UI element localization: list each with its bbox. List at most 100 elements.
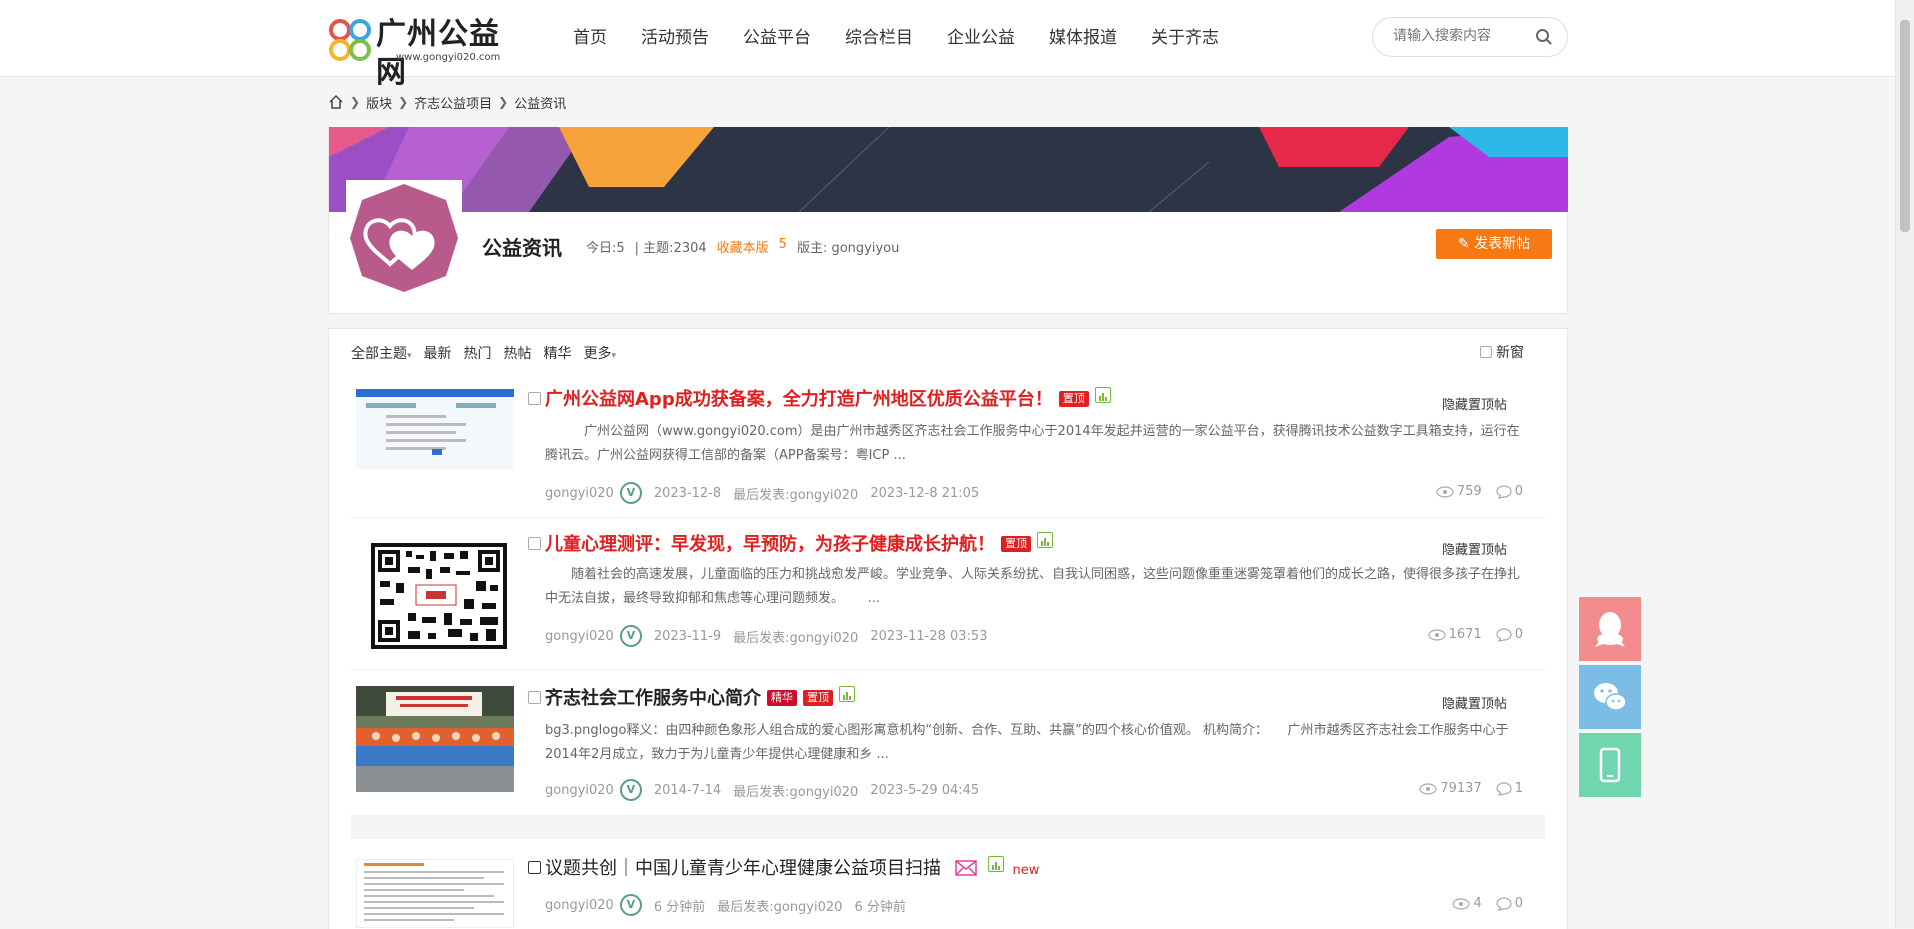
wechat-button[interactable] <box>1579 665 1641 729</box>
nav-corporate[interactable]: 企业公益 <box>930 0 1032 76</box>
filter-latest[interactable]: 最新 <box>424 343 452 363</box>
filter-more[interactable]: 更多▾ <box>584 343 617 363</box>
moderator[interactable]: 版主: gongyiyou <box>797 237 899 256</box>
site-logo[interactable]: 广州公益网 www.gongyi020.com <box>328 16 524 90</box>
filter-digest[interactable]: 精华 <box>544 343 572 363</box>
views-stat: 759 <box>1436 484 1482 499</box>
last-poster[interactable]: 最后发表:gongyi020 <box>717 896 842 915</box>
thread-checkbox[interactable] <box>528 392 541 405</box>
breadcrumb: ❯ 版块 ❯ 齐志公益项目 ❯ 公益资讯 <box>328 92 566 112</box>
verified-badge-icon: V <box>619 894 642 916</box>
nav-events[interactable]: 活动预告 <box>624 0 726 76</box>
pencil-icon: ✎ <box>1457 236 1470 252</box>
qq-icon <box>1595 612 1625 647</box>
nav-columns[interactable]: 综合栏目 <box>828 0 930 76</box>
thread-excerpt: bg3.pnglogo释义：由四种颜色象形人组合成的爱心图形寓意机构“创新、合作… <box>545 723 1509 762</box>
thread-title-text: 齐志社会工作服务中心简介 <box>545 688 761 709</box>
poll-icon <box>1094 387 1111 403</box>
thread-thumbnail[interactable] <box>356 686 514 792</box>
last-post-date[interactable]: 2023-12-8 21:05 <box>870 486 979 501</box>
thread-checkbox[interactable] <box>528 861 541 874</box>
replies-count: 0 <box>1514 627 1523 642</box>
breadcrumb-current[interactable]: 公益资讯 <box>514 93 566 112</box>
nav-platform[interactable]: 公益平台 <box>726 0 828 76</box>
thread-meta: gongyi020 V 2014-7-14 最后发表:gongyi020 202… <box>545 779 979 801</box>
thread-author[interactable]: gongyi020 <box>545 486 614 501</box>
thread-title[interactable]: 广州公益网App成功获备案，全力打造广州地区优质公益平台！ 置顶 <box>545 385 1111 411</box>
new-window-checkbox[interactable] <box>1480 346 1492 358</box>
verified-badge-icon: V <box>619 482 642 504</box>
search-box <box>1372 17 1568 57</box>
mobile-button[interactable] <box>1579 733 1641 797</box>
verified-badge-icon: V <box>619 779 642 801</box>
new-post-label: 发表新帖 <box>1474 236 1531 252</box>
wechat-icon <box>1594 683 1627 711</box>
thread-title[interactable]: 儿童心理测评：早发现，早预防，为孩子健康成长护航！ 置顶 <box>545 530 1053 556</box>
filter-hot[interactable]: 热门 <box>464 343 492 363</box>
comment-icon <box>1496 484 1512 499</box>
breadcrumb-boards[interactable]: 版块 <box>366 93 392 112</box>
thread-stats: 1671 0 <box>1428 627 1523 642</box>
main-nav: 首页 活动预告 公益平台 综合栏目 企业公益 媒体报道 关于齐志 <box>556 0 1236 76</box>
sticky-badge: 置顶 <box>1058 391 1089 407</box>
verified-badge-icon: V <box>619 625 642 647</box>
thread-row: 议题共创｜中国儿童青少年心理健康公益项目扫描 new gongyi020 V 6… <box>351 839 1545 928</box>
thread-stats: 4 0 <box>1452 896 1523 911</box>
eye-icon <box>1428 628 1446 641</box>
nav-home[interactable]: 首页 <box>556 0 624 76</box>
thread-date: 2014-7-14 <box>653 782 722 798</box>
nav-media[interactable]: 媒体报道 <box>1032 0 1134 76</box>
thread-row: 广州公益网App成功获备案，全力打造广州地区优质公益平台！ 置顶 隐藏置顶帖 广州… <box>351 379 1545 518</box>
thread-checkbox[interactable] <box>528 537 541 550</box>
top-bar: 广州公益网 www.gongyi020.com 首页 活动预告 公益平台 综合栏… <box>0 0 1896 90</box>
new-window-toggle[interactable]: 新窗 <box>1480 342 1524 362</box>
views-count: 759 <box>1456 484 1482 499</box>
new-window-label: 新窗 <box>1496 345 1524 361</box>
last-poster[interactable]: 最后发表:gongyi020 <box>733 627 858 646</box>
nav-about[interactable]: 关于齐志 <box>1134 0 1236 76</box>
views-stat: 1671 <box>1428 627 1482 642</box>
thread-thumbnail[interactable] <box>356 389 514 469</box>
last-post-date[interactable]: 2023-5-29 04:45 <box>870 783 979 798</box>
hide-sticky-link[interactable]: 隐藏置顶帖 <box>1442 693 1507 712</box>
hide-sticky-link[interactable]: 隐藏置顶帖 <box>1442 539 1507 558</box>
hide-sticky-link[interactable]: 隐藏置顶帖 <box>1442 394 1507 413</box>
replies-stat: 1 <box>1496 781 1523 796</box>
qq-button[interactable] <box>1579 597 1641 661</box>
breadcrumb-project[interactable]: 齐志公益项目 <box>414 93 492 112</box>
views-stat: 79137 <box>1419 781 1482 796</box>
list-separator <box>351 815 1545 839</box>
last-post-date[interactable]: 6 分钟前 <box>854 896 905 915</box>
page-scrollbar[interactable] <box>1895 0 1914 928</box>
thread-checkbox[interactable] <box>528 691 541 704</box>
views-stat: 4 <box>1452 896 1482 911</box>
last-poster[interactable]: 最后发表:gongyi020 <box>733 484 858 503</box>
last-poster[interactable]: 最后发表:gongyi020 <box>733 781 858 800</box>
thread-thumbnail[interactable] <box>356 859 514 928</box>
thread-title-text: 广州公益网App成功获备案，全力打造广州地区优质公益平台！ <box>545 389 1053 410</box>
eye-icon <box>1419 782 1437 795</box>
new-post-button[interactable]: ✎ 发表新帖 <box>1436 229 1552 259</box>
comment-icon <box>1496 896 1512 911</box>
thread-author[interactable]: gongyi020 <box>545 783 614 798</box>
home-icon[interactable] <box>328 94 344 110</box>
thread-author[interactable]: gongyi020 <box>545 629 614 644</box>
filter-all[interactable]: 全部主题▾ <box>351 343 412 363</box>
thread-thumbnail[interactable] <box>356 541 514 651</box>
last-post-date[interactable]: 2023-11-28 03:53 <box>870 629 987 644</box>
scrollbar-thumb[interactable] <box>1900 20 1910 232</box>
thread-excerpt: 随着社会的高速发展，儿童面临的压力和挑战愈发严峻。学业竞争、人际关系纷扰、自我认… <box>545 567 1521 606</box>
replies-stat: 0 <box>1496 896 1523 911</box>
thread-filters: 全部主题▾ 最新 热门 热帖 精华 更多▾ <box>351 343 616 363</box>
search-input[interactable] <box>1391 27 1525 45</box>
thread-title[interactable]: 齐志社会工作服务中心简介 精华 置顶 <box>545 684 855 710</box>
replies-stat: 0 <box>1496 484 1523 499</box>
filter-hot-posts[interactable]: 热帖 <box>504 343 532 363</box>
thread-author[interactable]: gongyi020 <box>545 898 614 913</box>
thread-meta: gongyi020 V 2023-12-8 最后发表:gongyi020 202… <box>545 482 979 504</box>
favorite-link[interactable]: 收藏本版 <box>717 237 769 256</box>
search-icon[interactable] <box>1535 28 1553 46</box>
thread-title[interactable]: 议题共创｜中国儿童青少年心理健康公益项目扫描 new <box>545 854 1039 880</box>
thread-title-text: 儿童心理测评：早发现，早预防，为孩子健康成长护航！ <box>545 534 995 555</box>
caret-down-icon: ▾ <box>407 351 412 361</box>
